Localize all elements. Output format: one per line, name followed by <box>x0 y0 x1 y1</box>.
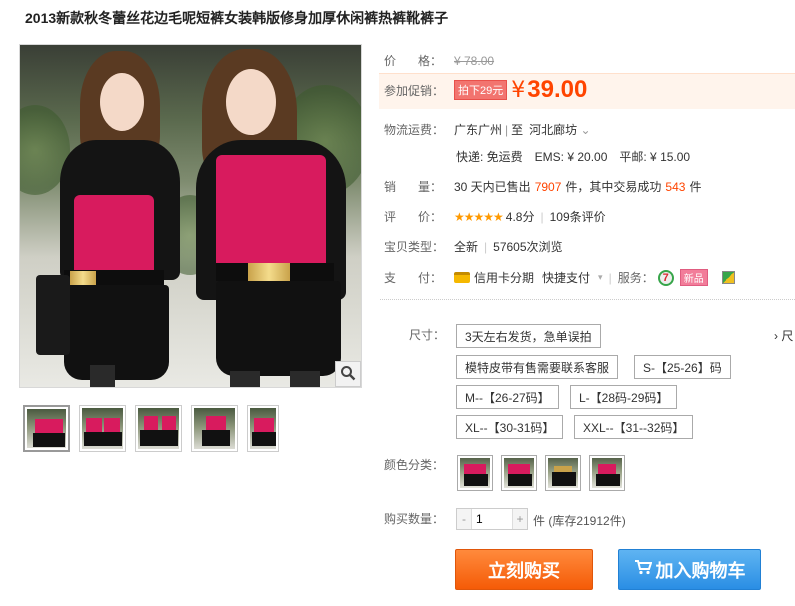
price-label: 价格： <box>384 54 442 68</box>
type-value: 全新 <box>454 240 479 254</box>
quantity-stepper: - + <box>456 508 528 530</box>
quantity-input[interactable] <box>471 509 513 529</box>
size-label: 尺寸： <box>409 328 446 342</box>
card-icon <box>454 272 470 283</box>
thumbnail-5[interactable] <box>247 405 279 452</box>
thumbnail-3[interactable] <box>135 405 182 452</box>
price-row: 价格： ¥ 78.00 <box>384 52 494 69</box>
mail-fee: 平邮: ¥ 15.00 <box>619 150 691 164</box>
thumbnail-4[interactable] <box>191 405 238 452</box>
sales-prefix: 30 天内已售出 <box>454 180 531 194</box>
seven-day-return-icon[interactable]: 7 <box>657 269 674 286</box>
type-row: 宝贝类型： 全新 | 57605次浏览 <box>384 239 563 255</box>
dropdown-arrow-icon[interactable]: ▾ <box>598 272 603 283</box>
quick-pay-link[interactable]: 快捷支付 <box>542 269 590 286</box>
add-to-cart-label: 加入购物车 <box>655 560 746 581</box>
rating-label: 评价： <box>384 210 442 224</box>
type-label: 宝贝类型： <box>384 240 445 254</box>
star-rating-icon: ★★★★★ <box>454 209 504 224</box>
size-option-4[interactable]: M--【26-27码】 <box>456 385 559 409</box>
sales-count: 7907 <box>534 179 562 194</box>
color-label: 颜色分类： <box>384 458 445 472</box>
ship-from: 广东广州 <box>454 123 503 137</box>
size-option-6[interactable]: XL--【30-31码】 <box>456 415 564 439</box>
shipping-fees: 快递: 免运费 EMS: ¥ 20.00 平邮: ¥ 15.00 <box>456 148 690 165</box>
ship-to-select[interactable]: 河北廊坊 ⌄ <box>529 121 590 138</box>
sales-suffix: 件 <box>689 180 702 194</box>
size-option-1[interactable]: 3天左右发货，急单误拍 <box>456 324 601 348</box>
payment-label: 支付： <box>384 271 442 285</box>
rating-score: 4.8分 <box>505 210 535 224</box>
thumbnail-2[interactable] <box>79 405 126 452</box>
installment-link[interactable]: 信用卡分期 <box>474 269 534 286</box>
sales-mid: 件，其中交易成功 <box>565 180 662 194</box>
product-title: 2013新款秋冬蕾丝花边毛呢短裤女装韩版修身加厚休闲裤热裤靴裤子 <box>25 10 449 26</box>
magnifier-icon <box>340 365 356 384</box>
views-count: 57605次浏览 <box>493 240 563 254</box>
size-option-2[interactable]: 模特皮带有售需要联系客服 <box>456 355 619 379</box>
buy-now-button[interactable]: 立刻购买 <box>455 549 593 590</box>
currency-symbol: ¥ <box>511 77 526 103</box>
add-to-cart-button[interactable]: 加入购物车 <box>618 549 761 590</box>
guarantee-icon[interactable] <box>721 271 735 284</box>
reviews-link[interactable]: 109条评价 <box>550 208 606 225</box>
sales-label: 销量： <box>384 180 442 194</box>
color-swatch-3[interactable] <box>545 455 581 491</box>
express-fee: 快递: 免运费 <box>456 150 523 164</box>
promo-label: 参加促销： <box>384 83 445 98</box>
size-option-5[interactable]: L-【28码-29码】 <box>570 385 678 409</box>
payment-row: 支付： 信用卡分期 快捷支付 ▾ | 服务： 7 新品 <box>384 269 735 286</box>
promo-price: 39.00 <box>527 76 588 103</box>
new-product-badge[interactable]: 新品 <box>679 269 708 286</box>
ems-fee: EMS: ¥ 20.00 <box>534 149 608 164</box>
thumbnail-strip <box>23 405 279 452</box>
size-option-3[interactable]: S-【25-26】码 <box>634 355 731 379</box>
chevron-down-icon: ⌄ <box>580 123 591 137</box>
buy-now-label: 立刻购买 <box>488 560 560 581</box>
shipping-row: 物流运费： 广东广州 | 至 河北廊坊 ⌄ <box>384 121 591 138</box>
promo-tag: 拍下29元 <box>454 80 508 100</box>
cart-icon <box>634 559 652 580</box>
success-count: 543 <box>665 179 686 194</box>
section-divider <box>380 299 795 300</box>
sales-row: 销量： 30 天内已售出 7907 件，其中交易成功 543 件 <box>384 178 701 195</box>
increase-button[interactable]: + <box>513 509 527 529</box>
ship-to-prefix: 至 <box>511 123 524 137</box>
shipping-label: 物流运费： <box>384 123 445 137</box>
zoom-button[interactable] <box>335 361 361 387</box>
more-sizes-link[interactable]: › 尺 <box>774 327 793 344</box>
color-swatch-1[interactable] <box>457 455 493 491</box>
decrease-button[interactable]: - <box>457 509 471 529</box>
service-label: 服务： <box>617 271 654 285</box>
main-product-image[interactable] <box>19 44 362 388</box>
quantity-label: 购买数量： <box>384 512 445 526</box>
promo-row: 参加促销： 拍下29元 ¥ 39.00 <box>384 76 587 104</box>
thumbnail-1[interactable] <box>23 405 70 452</box>
size-option-7[interactable]: XXL--【31--32码】 <box>574 415 694 439</box>
stock-info: 件 (库存21912件) <box>533 514 626 528</box>
rating-row: 评价： ★★★★★ 4.8分 | 109条评价 <box>384 208 606 225</box>
color-swatch-2[interactable] <box>501 455 537 491</box>
color-swatch-4[interactable] <box>589 455 625 491</box>
original-price: ¥ 78.00 <box>454 53 495 68</box>
